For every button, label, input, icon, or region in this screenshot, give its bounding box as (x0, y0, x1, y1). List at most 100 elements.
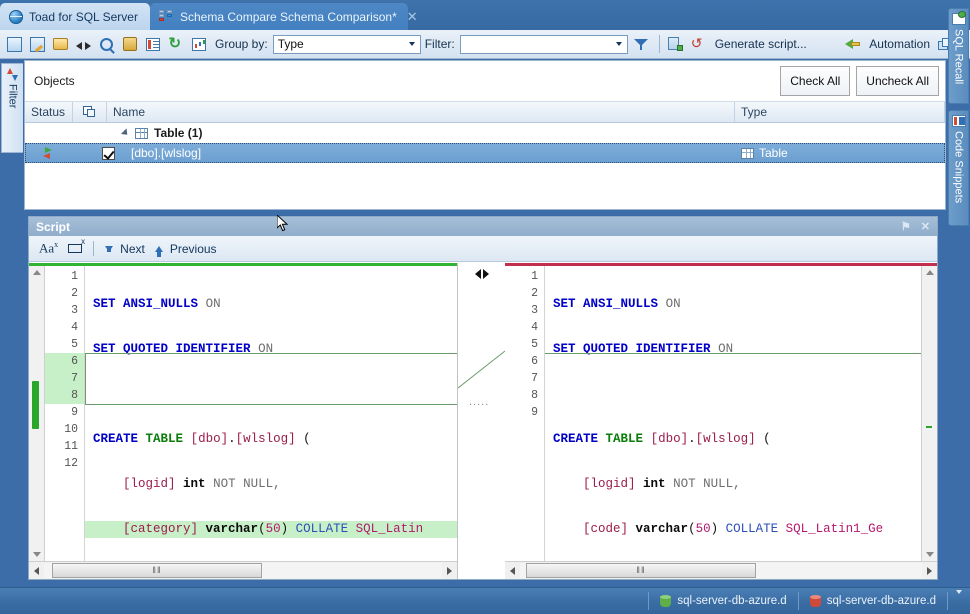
line-number: 2 (531, 287, 538, 300)
group-by-select[interactable]: Type (272, 34, 421, 54)
tab-schema-compare[interactable]: Schema Compare Schema Comparison* ✕ (150, 3, 418, 30)
line-number: 3 (71, 304, 78, 317)
hscroll-thumb[interactable]: ‖‖ (52, 563, 262, 578)
database-red-icon (809, 594, 821, 608)
open-comparison-icon[interactable] (50, 34, 71, 55)
uncheck-all-button[interactable]: Uncheck All (856, 66, 939, 96)
chevron-down-icon[interactable] (405, 36, 420, 53)
close-icon[interactable]: ✕ (397, 10, 418, 23)
sidebar-item-label: Code Snippets (952, 131, 965, 204)
column-header-status[interactable]: Status (25, 102, 73, 122)
diff-area: 1 2 3 4 5 6 7 8 9 10 11 12 SET ANSI_NULL… (29, 263, 937, 579)
change-marker (926, 426, 932, 428)
scroll-left-icon[interactable] (505, 563, 520, 578)
report-icon[interactable] (188, 34, 209, 55)
code-snippets-icon (951, 115, 966, 127)
table-row[interactable]: Table (1) (25, 123, 945, 143)
script-panel: Script ⚑ ✕ Aax x Next Previous 1 2 3 4 5… (28, 216, 938, 580)
taskbar-item[interactable]: sql-server-db-azure.d (803, 591, 943, 611)
line-number: 2 (71, 287, 78, 300)
ignore-whitespace-button[interactable]: x (64, 237, 86, 255)
taskbar: sql-server-db-azure.d sql-server-db-azur… (0, 587, 970, 614)
match-case-button[interactable]: Aax (35, 238, 62, 258)
left-code-text[interactable]: SET ANSI_NULLS ON SET QUOTED_IDENTIFIER … (85, 266, 457, 561)
different-arrows-icon (43, 147, 58, 159)
chevron-down-icon[interactable] (612, 36, 627, 53)
line-number: 7 (45, 370, 84, 387)
window-tab-strip: Toad for SQL Server Schema Compare Schem… (0, 0, 970, 30)
taskbar-item-label: sql-server-db-azure.d (826, 595, 936, 607)
funnel-icon[interactable] (631, 34, 652, 55)
left-script-pane: 1 2 3 4 5 6 7 8 9 10 11 12 SET ANSI_NULL… (29, 263, 458, 579)
code-line: [code] varchar(50) COLLATE SQL_Latin1_Ge (583, 522, 884, 536)
compare-now-icon[interactable] (73, 34, 94, 55)
tab-label: Toad for SQL Server (29, 9, 138, 24)
edit-comparison-icon[interactable] (27, 34, 48, 55)
line-number: 5 (531, 338, 538, 351)
check-all-button[interactable]: Check All (780, 66, 851, 96)
sidebar-item-sql-recall[interactable]: SQL Recall (948, 8, 969, 104)
close-icon[interactable]: ✕ (921, 220, 930, 233)
select-all-checkbox-icon[interactable] (83, 106, 96, 118)
globe-icon (9, 9, 23, 24)
group-by-label: Group by: (215, 37, 268, 51)
scroll-down-icon[interactable] (32, 552, 41, 557)
hscroll-track[interactable]: ‖‖ (44, 563, 442, 578)
row-checkbox[interactable] (91, 146, 125, 160)
left-horizontal-scrollbar[interactable]: ‖‖ (29, 561, 457, 579)
taskbar-item[interactable]: sql-server-db-azure.d (653, 591, 793, 611)
chevron-down-icon[interactable] (956, 590, 962, 608)
column-header-name[interactable]: Name (107, 102, 735, 122)
table-group-icon (135, 127, 148, 139)
hscroll-thumb[interactable]: ‖‖ (526, 563, 756, 578)
expander-icon[interactable] (120, 128, 131, 138)
database-green-icon (660, 594, 672, 608)
left-vertical-scrollbar[interactable] (29, 266, 45, 561)
details-icon[interactable] (142, 34, 163, 55)
table-row[interactable]: [dbo].[wlslog] Table (25, 143, 945, 163)
checkbox-checked-icon[interactable] (101, 146, 115, 160)
scroll-left-icon[interactable] (29, 563, 44, 578)
object-name: [dbo].[wlslog] (131, 146, 202, 160)
line-number: 8 (531, 389, 538, 402)
sidebar-item-code-snippets[interactable]: Code Snippets (948, 110, 969, 226)
filter-input[interactable] (459, 34, 628, 54)
column-header-type[interactable]: Type (735, 102, 945, 122)
right-horizontal-scrollbar[interactable]: ‖‖ (505, 561, 937, 579)
right-line-numbers: 1 2 3 4 5 6 7 8 9 (505, 266, 545, 561)
taskbar-item-label: sql-server-db-azure.d (677, 595, 787, 607)
new-comparison-icon[interactable] (4, 34, 25, 55)
hscroll-track[interactable]: ‖‖ (520, 563, 922, 578)
search-icon[interactable] (96, 34, 117, 55)
next-difference-button[interactable]: Next (101, 240, 149, 258)
right-vertical-scrollbar[interactable] (921, 266, 937, 561)
sync-icon[interactable]: ↺ (688, 34, 709, 55)
previous-difference-button[interactable]: Previous (151, 240, 221, 258)
database-connection-icon[interactable] (119, 34, 140, 55)
scroll-down-icon[interactable] (925, 552, 934, 557)
filter-icon (6, 68, 19, 81)
tab-toad-for-sql-server[interactable]: Toad for SQL Server (0, 3, 150, 30)
code-line: CREATE TABLE [dbo].[wlslog] ( (93, 432, 311, 446)
scroll-right-icon[interactable] (922, 563, 937, 578)
line-number: 1 (531, 270, 538, 283)
script-options-icon[interactable] (665, 34, 686, 55)
automation-button[interactable]: Automation (869, 37, 930, 51)
scroll-up-icon[interactable] (925, 270, 934, 275)
objects-title: Objects (34, 74, 75, 88)
refresh-icon[interactable]: ↻ (165, 34, 186, 55)
filter-side-tab[interactable]: Filter (1, 63, 23, 153)
automation-icon[interactable] (842, 34, 863, 55)
code-line: [logid] int NOT NULL, (123, 477, 281, 491)
diff-connector-lines (458, 350, 505, 389)
match-case-icon: Aax (39, 240, 59, 256)
objects-panel: Objects Check All Uncheck All Status Nam… (24, 60, 946, 232)
scroll-right-icon[interactable] (442, 563, 457, 578)
schema-compare-icon (159, 10, 174, 23)
pin-icon[interactable]: ⚑ (901, 220, 911, 233)
generate-script-button[interactable]: Generate script... (715, 37, 807, 51)
right-code-text[interactable]: SET ANSI_NULLS ON SET QUOTED_IDENTIFIER … (545, 266, 921, 561)
column-header-select-all[interactable] (73, 102, 107, 122)
scroll-up-icon[interactable] (32, 270, 41, 275)
